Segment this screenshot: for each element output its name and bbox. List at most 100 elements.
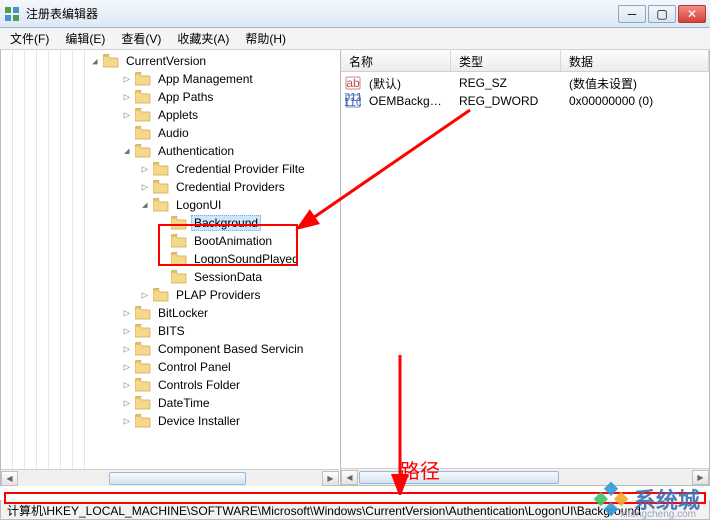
tree-node[interactable]: SessionData bbox=[89, 268, 340, 286]
tree-node[interactable]: Audio bbox=[89, 124, 340, 142]
folder-icon bbox=[135, 360, 151, 374]
window-title: 注册表编辑器 bbox=[26, 5, 618, 22]
tree-node[interactable]: App Management bbox=[89, 70, 340, 88]
tree-node[interactable]: Credential Provider Filte bbox=[89, 160, 340, 178]
col-data[interactable]: 数据 bbox=[561, 50, 709, 71]
tree-label[interactable]: BITS bbox=[155, 323, 188, 339]
tree-label[interactable]: Device Installer bbox=[155, 413, 243, 429]
expander-icon[interactable] bbox=[121, 343, 133, 355]
value-icon: 011110 bbox=[345, 93, 361, 109]
expander-icon[interactable] bbox=[121, 397, 133, 409]
tree-node[interactable]: BITS bbox=[89, 322, 340, 340]
tree-node[interactable]: LogonUI bbox=[89, 196, 340, 214]
tree-label[interactable]: LogonUI bbox=[173, 197, 224, 213]
tree-node[interactable]: Authentication bbox=[89, 142, 340, 160]
folder-icon bbox=[135, 72, 151, 86]
folder-icon bbox=[171, 234, 187, 248]
col-name[interactable]: 名称 bbox=[341, 50, 451, 71]
menu-edit[interactable]: 编辑(E) bbox=[59, 28, 111, 49]
scroll-left-icon[interactable]: ◀ bbox=[341, 470, 358, 485]
tree-label[interactable]: Control Panel bbox=[155, 359, 234, 375]
list-row[interactable]: 011110OEMBackgrou...REG_DWORD0x00000000 … bbox=[341, 92, 709, 110]
horizontal-scrollbar-left[interactable]: ◀ ▶ bbox=[1, 469, 339, 486]
folder-icon bbox=[153, 198, 169, 212]
expander-icon[interactable] bbox=[121, 307, 133, 319]
menu-view[interactable]: 查看(V) bbox=[115, 28, 167, 49]
list-body[interactable]: ab(默认)REG_SZ(数值未设置)011110OEMBackgrou...R… bbox=[341, 72, 709, 468]
expander-icon[interactable] bbox=[139, 163, 151, 175]
expander-icon[interactable] bbox=[121, 109, 133, 121]
maximize-button[interactable]: ▢ bbox=[648, 5, 676, 23]
tree-label[interactable]: PLAP Providers bbox=[173, 287, 264, 303]
menu-favorites[interactable]: 收藏夹(A) bbox=[171, 28, 235, 49]
expander-icon[interactable] bbox=[139, 289, 151, 301]
expander-icon[interactable] bbox=[139, 199, 151, 211]
value-data: 0x00000000 (0) bbox=[561, 94, 709, 108]
tree-node[interactable]: Control Panel bbox=[89, 358, 340, 376]
expander-icon[interactable] bbox=[139, 181, 151, 193]
scroll-right-icon[interactable]: ▶ bbox=[322, 471, 339, 486]
registry-tree[interactable]: CurrentVersion App Management App Paths App… bbox=[85, 50, 340, 485]
tree-node[interactable]: Background bbox=[89, 214, 340, 232]
expander-icon[interactable] bbox=[121, 379, 133, 391]
expander-icon[interactable] bbox=[121, 73, 133, 85]
value-name: OEMBackgrou... bbox=[361, 94, 451, 108]
tree-node[interactable]: CurrentVersion bbox=[89, 52, 340, 70]
folder-icon bbox=[135, 306, 151, 320]
list-row[interactable]: ab(默认)REG_SZ(数值未设置) bbox=[341, 74, 709, 92]
expander-icon[interactable] bbox=[121, 91, 133, 103]
scroll-thumb[interactable] bbox=[109, 472, 246, 485]
tree-label[interactable]: Credential Provider Filte bbox=[173, 161, 308, 177]
app-icon bbox=[4, 6, 20, 22]
tree-label[interactable]: Authentication bbox=[155, 143, 237, 159]
tree-label[interactable]: App Paths bbox=[155, 89, 216, 105]
scroll-track[interactable] bbox=[18, 471, 322, 486]
folder-icon bbox=[135, 324, 151, 338]
tree-label[interactable]: Audio bbox=[155, 125, 192, 141]
tree-node[interactable]: BitLocker bbox=[89, 304, 340, 322]
tree-label[interactable]: Background bbox=[191, 215, 261, 231]
values-pane: 名称 类型 数据 ab(默认)REG_SZ(数值未设置)011110OEMBac… bbox=[341, 50, 709, 485]
scroll-left-icon[interactable]: ◀ bbox=[1, 471, 18, 486]
tree-label[interactable]: Applets bbox=[155, 107, 201, 123]
gutter bbox=[49, 50, 61, 485]
watermark-text: 系统城 bbox=[634, 483, 700, 515]
tree-node[interactable]: Device Installer bbox=[89, 412, 340, 430]
folder-icon bbox=[153, 162, 169, 176]
tree-label[interactable]: DateTime bbox=[155, 395, 213, 411]
close-button[interactable]: ✕ bbox=[678, 5, 706, 23]
menu-help[interactable]: 帮助(H) bbox=[239, 28, 292, 49]
tree-node[interactable]: LogonSoundPlayed bbox=[89, 250, 340, 268]
folder-icon bbox=[135, 342, 151, 356]
tree-label[interactable]: BootAnimation bbox=[191, 233, 275, 249]
menu-file[interactable]: 文件(F) bbox=[4, 28, 55, 49]
tree-label[interactable]: Controls Folder bbox=[155, 377, 243, 393]
expander-icon[interactable] bbox=[89, 55, 101, 67]
tree-node[interactable]: Credential Providers bbox=[89, 178, 340, 196]
scroll-thumb[interactable] bbox=[359, 471, 559, 484]
tree-node[interactable]: App Paths bbox=[89, 88, 340, 106]
tree-node[interactable]: Component Based Servicin bbox=[89, 340, 340, 358]
minimize-button[interactable]: ─ bbox=[618, 5, 646, 23]
tree-node[interactable]: Controls Folder bbox=[89, 376, 340, 394]
expander-icon[interactable] bbox=[121, 361, 133, 373]
tree-label[interactable]: BitLocker bbox=[155, 305, 211, 321]
expander-icon[interactable] bbox=[121, 325, 133, 337]
gutter bbox=[73, 50, 85, 485]
tree-label[interactable]: Component Based Servicin bbox=[155, 341, 306, 357]
tree-node[interactable]: PLAP Providers bbox=[89, 286, 340, 304]
col-type[interactable]: 类型 bbox=[451, 50, 561, 71]
tree-label[interactable]: App Management bbox=[155, 71, 256, 87]
tree-node[interactable]: DateTime bbox=[89, 394, 340, 412]
tree-node[interactable]: Applets bbox=[89, 106, 340, 124]
tree-label[interactable]: SessionData bbox=[191, 269, 265, 285]
folder-icon bbox=[135, 126, 151, 140]
menu-bar: 文件(F) 编辑(E) 查看(V) 收藏夹(A) 帮助(H) bbox=[0, 28, 710, 50]
svg-text:110: 110 bbox=[345, 95, 361, 109]
tree-label[interactable]: LogonSoundPlayed bbox=[191, 251, 302, 267]
tree-node[interactable]: BootAnimation bbox=[89, 232, 340, 250]
tree-label[interactable]: Credential Providers bbox=[173, 179, 288, 195]
expander-icon[interactable] bbox=[121, 415, 133, 427]
tree-label[interactable]: CurrentVersion bbox=[123, 53, 209, 69]
expander-icon[interactable] bbox=[121, 145, 133, 157]
